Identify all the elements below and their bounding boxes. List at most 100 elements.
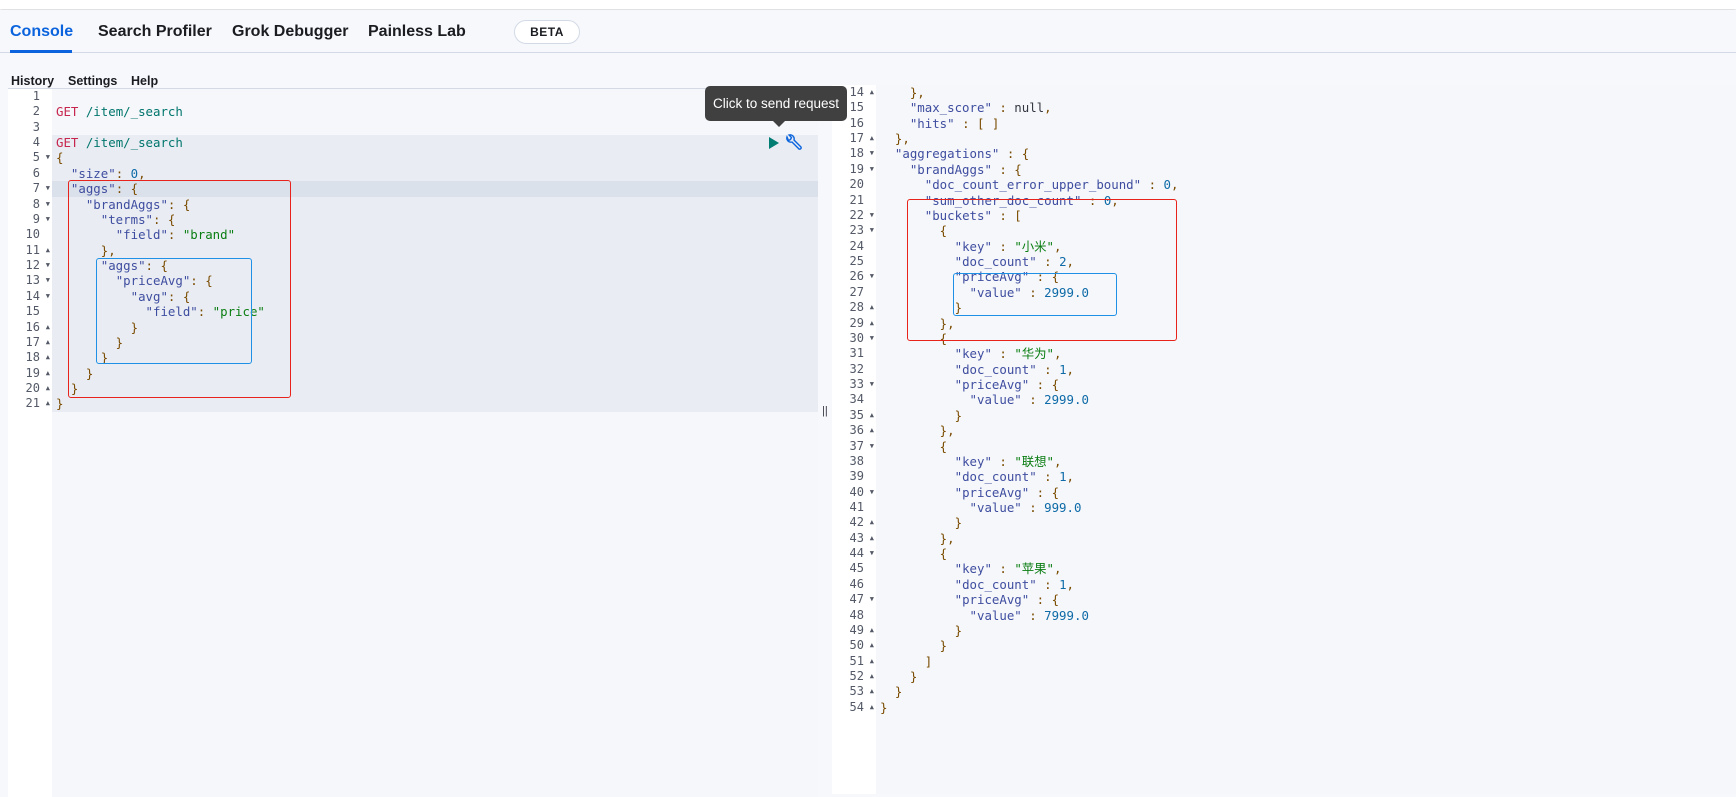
fold-open-icon[interactable]: ▼ bbox=[46, 150, 50, 165]
fold-open-icon[interactable]: ▼ bbox=[46, 258, 50, 273]
line-number: 30 ▼ bbox=[849, 330, 874, 346]
token-punc: : bbox=[1021, 607, 1045, 623]
fold-open-icon[interactable]: ▼ bbox=[46, 289, 50, 304]
request-code[interactable]: GET /item/_search GET /item/_search{ "siz… bbox=[52, 89, 818, 797]
token-key: "aggregations" bbox=[894, 146, 1000, 162]
fold-close-icon[interactable]: ▲ bbox=[46, 243, 50, 258]
token-str: "brand" bbox=[182, 227, 236, 243]
fold-close-icon[interactable]: ▲ bbox=[870, 300, 874, 315]
fold-close-icon[interactable]: ▲ bbox=[870, 638, 874, 653]
fold-open-icon[interactable]: ▼ bbox=[870, 439, 874, 454]
fold-close-icon[interactable]: ▲ bbox=[870, 85, 874, 100]
fold-open-icon[interactable]: ▼ bbox=[870, 146, 874, 161]
token-punc: : bbox=[991, 346, 1015, 362]
fold-close-icon[interactable]: ▲ bbox=[870, 515, 874, 530]
fold-close-icon[interactable]: ▲ bbox=[46, 366, 50, 381]
code-line: } bbox=[880, 700, 887, 715]
fold-close-icon[interactable]: ▲ bbox=[46, 381, 50, 396]
token-punc: } bbox=[880, 622, 963, 638]
response-editor[interactable]: 14 ▲ 15 16 17 ▲ 18 ▼ 19 ▼ 20 21 22 ▼ 23 ▼ 24 25 26 ▼ 27 28 ▲ 29… bbox=[832, 85, 1736, 794]
token-key: "value" bbox=[969, 392, 1022, 408]
tab-search-profiler[interactable]: Search Profiler bbox=[98, 10, 212, 53]
token-key: "priceAvg" bbox=[954, 484, 1030, 500]
token-key: "value" bbox=[969, 607, 1022, 623]
code-line: "max_score" : null, bbox=[880, 100, 1052, 115]
line-number: 3 bbox=[32, 119, 40, 134]
fold-open-icon[interactable]: ▼ bbox=[870, 208, 874, 223]
token-str: "苹果" bbox=[1014, 561, 1055, 577]
token-punc bbox=[880, 592, 955, 607]
token-key: "key" bbox=[954, 453, 992, 469]
token-key: "aggs" bbox=[70, 181, 116, 197]
line-number: 11 ▲ bbox=[25, 242, 50, 258]
fold-open-icon[interactable]: ▼ bbox=[870, 485, 874, 500]
token-punc: , bbox=[1044, 100, 1052, 116]
token-num: 1 bbox=[1059, 469, 1067, 485]
drag-handle-icon[interactable]: || bbox=[822, 405, 828, 417]
fold-open-icon[interactable]: ▼ bbox=[46, 181, 50, 196]
fold-open-icon[interactable]: ▼ bbox=[46, 273, 50, 288]
token-key: "field" bbox=[145, 304, 198, 320]
fold-open-icon[interactable]: ▼ bbox=[870, 377, 874, 392]
fold-open-icon[interactable]: ▼ bbox=[870, 546, 874, 561]
fold-close-icon[interactable]: ▲ bbox=[46, 396, 50, 411]
token-punc: } bbox=[880, 699, 888, 715]
code-line: "value" : 999.0 bbox=[880, 500, 1082, 515]
menu-help[interactable]: Help bbox=[131, 74, 158, 88]
code-line: "priceAvg" : { bbox=[880, 485, 1059, 500]
token-punc: } bbox=[880, 638, 948, 654]
menu-settings[interactable]: Settings bbox=[68, 74, 117, 88]
code-line: { bbox=[880, 331, 947, 346]
resize-handle[interactable]: || bbox=[818, 89, 832, 797]
play-icon[interactable] bbox=[769, 137, 779, 149]
menu-history[interactable]: History bbox=[11, 74, 54, 88]
tab-painless-lab[interactable]: Painless Lab bbox=[368, 10, 466, 53]
fold-close-icon[interactable]: ▲ bbox=[870, 531, 874, 546]
fold-close-icon[interactable]: ▲ bbox=[870, 700, 874, 715]
fold-open-icon[interactable]: ▼ bbox=[46, 197, 50, 212]
fold-close-icon[interactable]: ▲ bbox=[46, 335, 50, 350]
line-number: 14 ▼ bbox=[25, 288, 50, 304]
line-number: 36 ▲ bbox=[849, 423, 874, 438]
token-key: "size" bbox=[70, 165, 116, 181]
fold-open-icon[interactable]: ▼ bbox=[870, 331, 874, 346]
fold-close-icon[interactable]: ▲ bbox=[870, 669, 874, 684]
tab-console[interactable]: Console bbox=[10, 10, 73, 53]
line-number: 43 ▲ bbox=[849, 530, 874, 546]
token-punc bbox=[56, 273, 116, 288]
fold-open-icon[interactable]: ▼ bbox=[870, 223, 874, 238]
token-key: "doc_count" bbox=[954, 361, 1037, 377]
token-punc bbox=[56, 181, 71, 196]
token-key: "brandAggs" bbox=[85, 196, 168, 212]
code-line: } bbox=[880, 684, 902, 699]
fold-close-icon[interactable]: ▲ bbox=[46, 350, 50, 365]
fold-open-icon[interactable]: ▼ bbox=[870, 269, 874, 284]
fold-open-icon[interactable]: ▼ bbox=[46, 212, 50, 227]
fold-close-icon[interactable]: ▲ bbox=[870, 131, 874, 146]
token-num: 1 bbox=[1059, 576, 1067, 592]
token-punc bbox=[880, 346, 955, 361]
fold-close-icon[interactable]: ▲ bbox=[870, 623, 874, 638]
fold-open-icon[interactable]: ▼ bbox=[870, 162, 874, 177]
token-key: "avg" bbox=[130, 288, 168, 304]
token-method: GET bbox=[56, 104, 79, 120]
line-number: 39 bbox=[849, 469, 864, 484]
fold-close-icon[interactable]: ▲ bbox=[46, 320, 50, 335]
fold-close-icon[interactable]: ▲ bbox=[870, 408, 874, 423]
token-punc: : { bbox=[167, 288, 191, 304]
fold-close-icon[interactable]: ▲ bbox=[870, 316, 874, 331]
token-punc: : { bbox=[152, 211, 176, 227]
tab-grok-debugger[interactable]: Grok Debugger bbox=[232, 10, 348, 53]
token-key: "doc_count_error_upper_bound" bbox=[924, 177, 1142, 193]
request-editor[interactable]: 1 2 3 4 5 ▼ 6 7 ▼ 8 ▼ 9 ▼ 10 11 ▲ 12 ▼ 13 ▼ 14 ▼ 15 16 ▲ 17 ▲ 18 ▲ 19… bbox=[8, 88, 818, 797]
code-line: "value" : 7999.0 bbox=[880, 608, 1089, 623]
token-punc bbox=[880, 177, 925, 192]
token-punc: } bbox=[880, 407, 963, 423]
wrench-icon[interactable] bbox=[784, 134, 802, 152]
line-number: 19 ▼ bbox=[849, 161, 874, 177]
fold-close-icon[interactable]: ▲ bbox=[870, 684, 874, 699]
fold-open-icon[interactable]: ▼ bbox=[870, 592, 874, 607]
fold-close-icon[interactable]: ▲ bbox=[870, 423, 874, 438]
fold-close-icon[interactable]: ▲ bbox=[870, 654, 874, 669]
token-punc bbox=[880, 377, 955, 392]
